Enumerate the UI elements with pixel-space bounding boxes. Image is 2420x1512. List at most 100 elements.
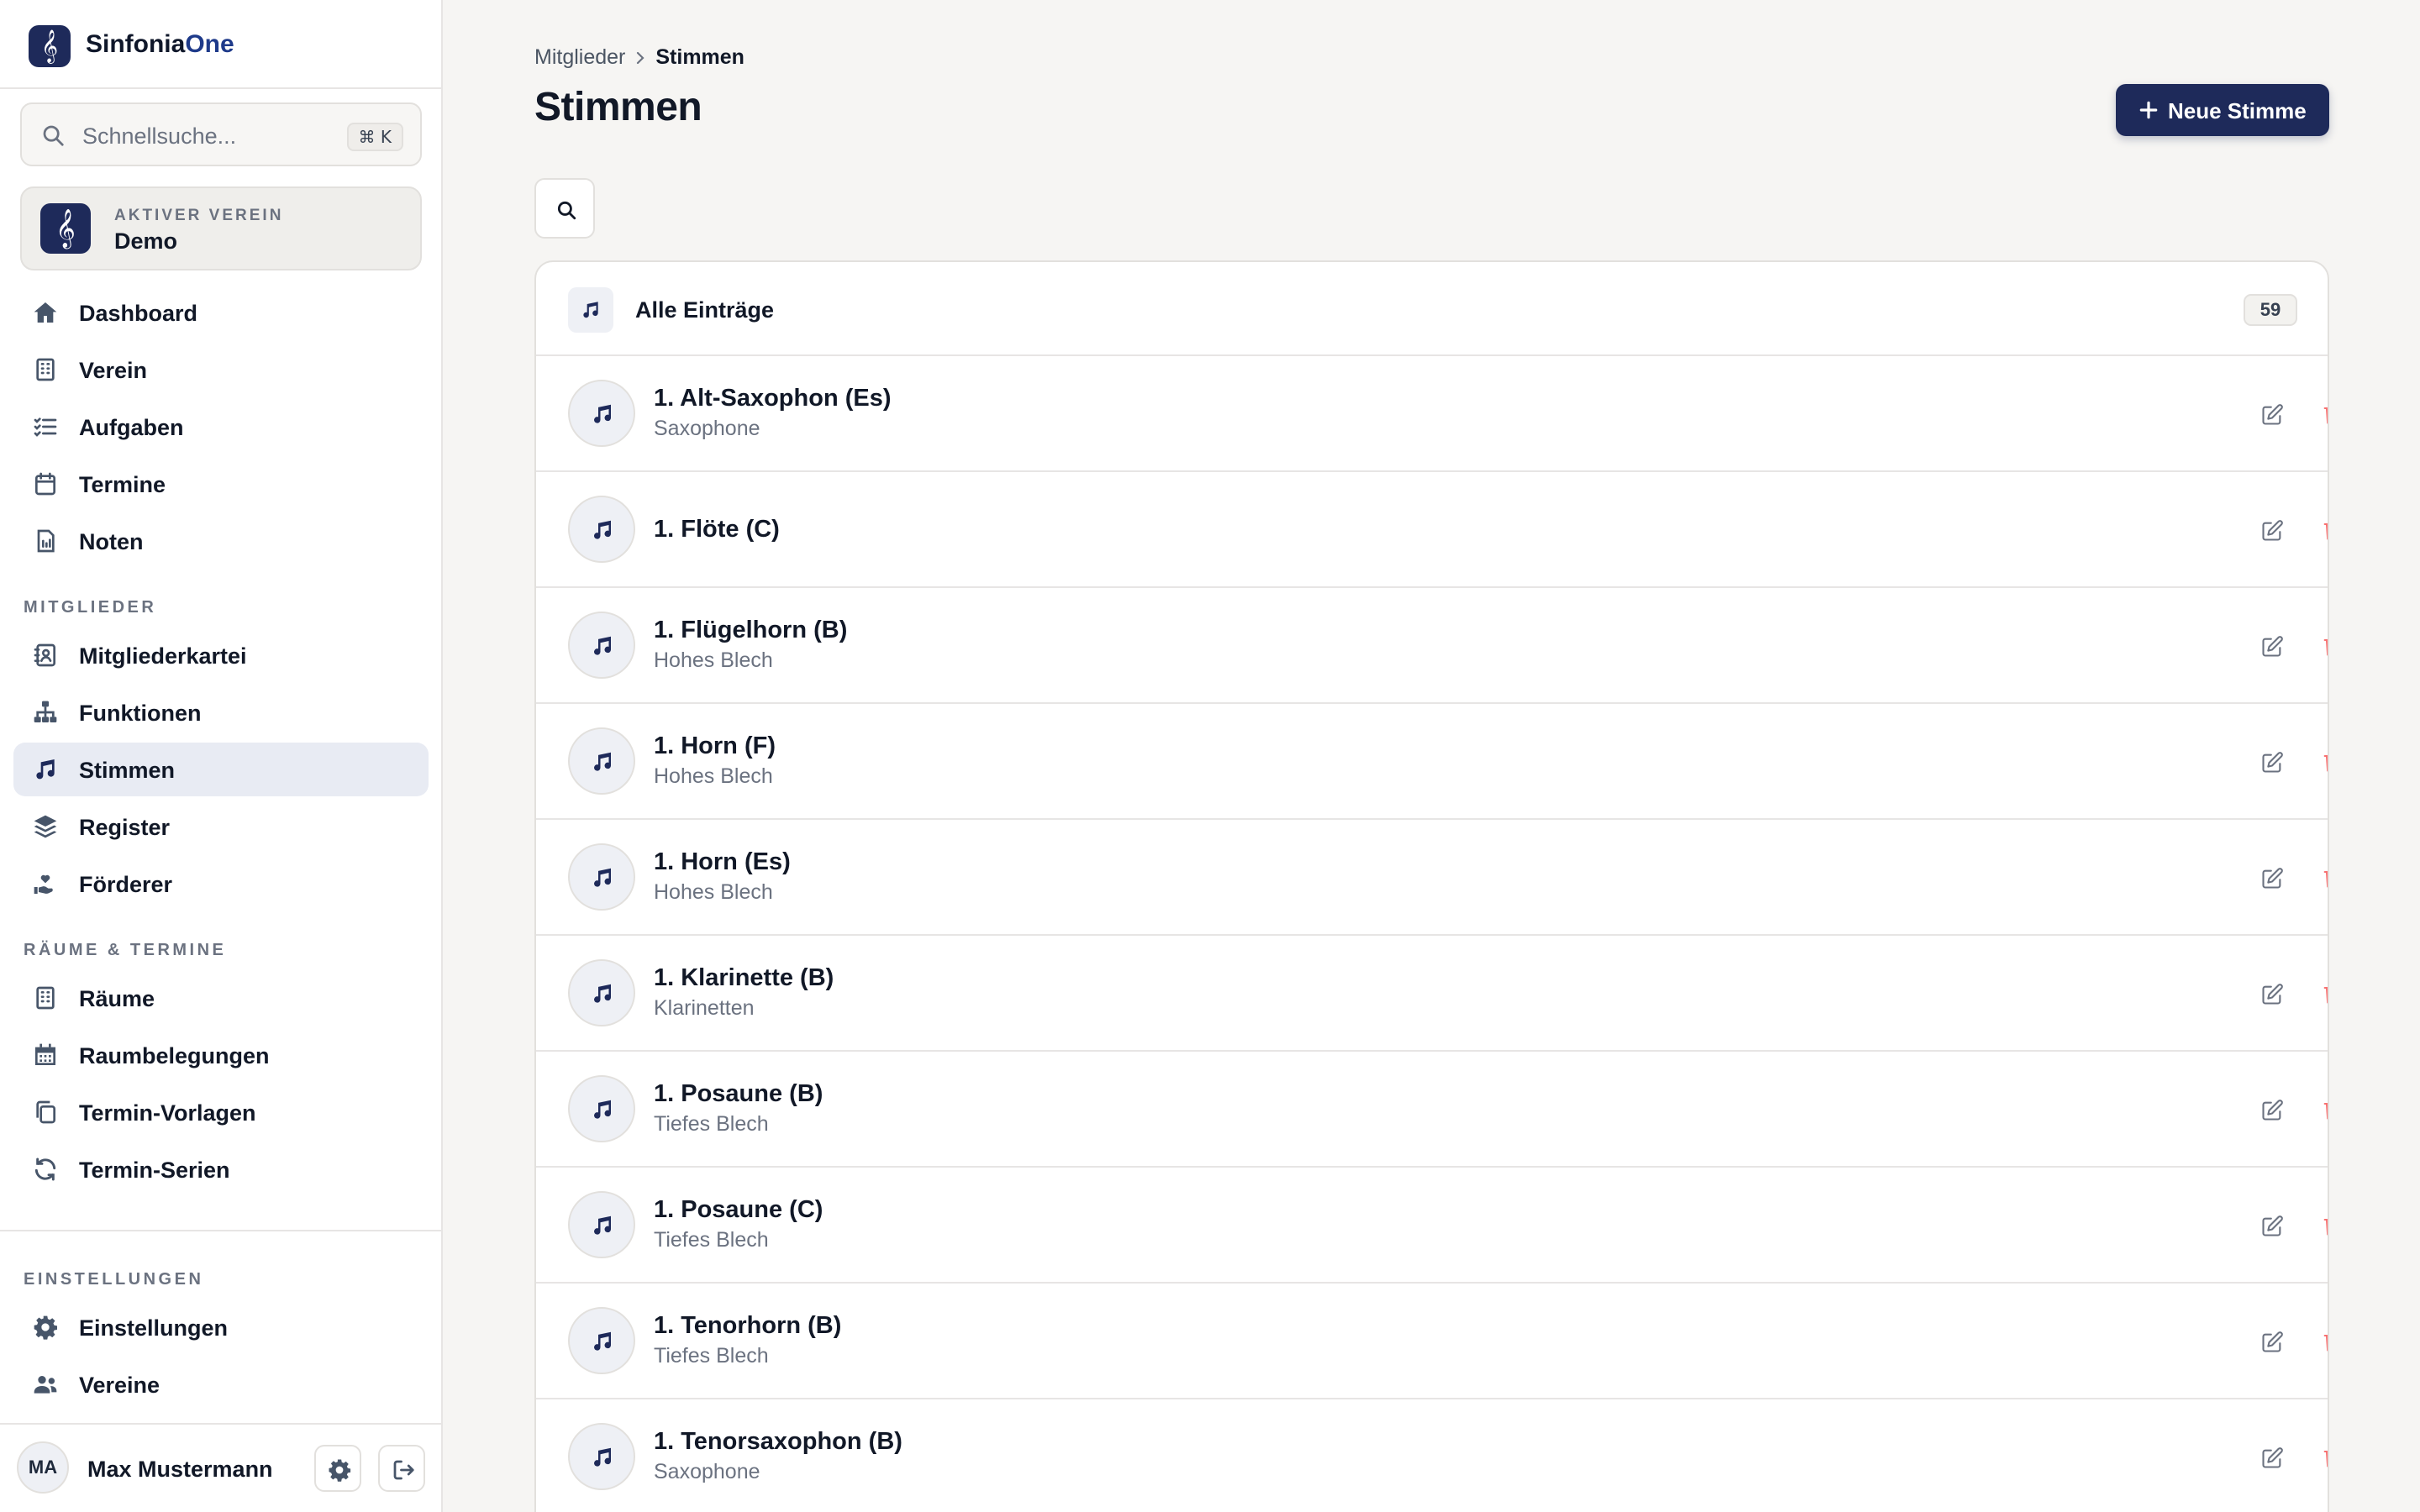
- entry-count-badge: 59: [2244, 294, 2297, 326]
- list-item[interactable]: 1. Horn (Es) Hohes Blech: [536, 820, 2328, 936]
- users-icon: [32, 1371, 59, 1398]
- voice-group: Saxophone: [654, 417, 760, 440]
- nav-label: Noten: [79, 529, 144, 554]
- delete-icon[interactable]: [2321, 402, 2328, 426]
- edit-icon[interactable]: [2260, 635, 2284, 659]
- nav-aufgaben[interactable]: Aufgaben: [13, 400, 429, 454]
- nav-foerderer[interactable]: Förderer: [13, 857, 429, 911]
- list-item[interactable]: 1. Posaune (B) Tiefes Blech: [536, 1052, 2328, 1168]
- edit-icon[interactable]: [2260, 1215, 2284, 1238]
- layers-icon: [32, 813, 59, 840]
- list-item[interactable]: 1. Horn (F) Hohes Blech: [536, 704, 2328, 820]
- nav-mitgliederkartei[interactable]: Mitgliederkartei: [13, 628, 429, 682]
- scroll-fade: [0, 1210, 441, 1230]
- edit-icon[interactable]: [2260, 403, 2284, 427]
- edit-icon[interactable]: [2260, 867, 2284, 890]
- voice-name: 1. Klarinette (B): [654, 964, 834, 991]
- voice-name: 1. Posaune (C): [654, 1196, 823, 1223]
- nav-label: Aufgaben: [79, 415, 184, 440]
- nav-label: Termin-Vorlagen: [79, 1100, 256, 1126]
- nav-register[interactable]: Register: [13, 800, 429, 853]
- nav-label: Vereine: [79, 1373, 160, 1398]
- music-note-icon: [568, 727, 635, 795]
- app-logo[interactable]: 𝄞: [29, 25, 71, 67]
- active-club-label: AKTIVER VEREIN: [114, 207, 284, 224]
- nav-label: Verein: [79, 358, 148, 383]
- delete-icon[interactable]: [2321, 866, 2328, 890]
- delete-icon[interactable]: [2321, 1214, 2328, 1237]
- nav-label: Räume: [79, 986, 155, 1011]
- voices-list-card: Alle Einträge 59 1. Alt-Saxophon (Es) Sax…: [534, 260, 2329, 1512]
- nav-label: Mitgliederkartei: [79, 643, 247, 669]
- calendar-icon: [32, 470, 59, 497]
- nav-noten[interactable]: Noten: [13, 514, 429, 568]
- delete-icon[interactable]: [2321, 634, 2328, 658]
- quick-search[interactable]: Schnellsuche... ⌘ K: [20, 102, 422, 166]
- search-icon: [557, 201, 576, 220]
- section-label-settings: EINSTELLUNGEN: [24, 1270, 204, 1289]
- breadcrumb-parent[interactable]: Mitglieder: [534, 45, 625, 69]
- user-settings-button[interactable]: [314, 1445, 361, 1492]
- new-voice-button[interactable]: Neue Stimme: [2116, 84, 2329, 136]
- edit-icon[interactable]: [2260, 751, 2284, 774]
- delete-icon[interactable]: [2321, 518, 2328, 542]
- gear-icon: [329, 1459, 351, 1482]
- nav-termin-vorlagen[interactable]: Termin-Vorlagen: [13, 1085, 429, 1139]
- sheet-music-icon: [32, 528, 59, 554]
- list-item[interactable]: 1. Tenorhorn (B) Tiefes Blech: [536, 1284, 2328, 1399]
- list-search-button[interactable]: [534, 178, 595, 239]
- music-note-icon: [568, 287, 613, 333]
- nav-label: Termine: [79, 472, 166, 497]
- building-icon: [32, 356, 59, 383]
- list-item[interactable]: 1. Alt-Saxophon (Es) Saxophone: [536, 356, 2328, 472]
- edit-icon[interactable]: [2260, 1446, 2284, 1470]
- nav-verein[interactable]: Verein: [13, 343, 429, 396]
- nav-termin-serien[interactable]: Termin-Serien: [13, 1142, 429, 1196]
- delete-icon[interactable]: [2321, 750, 2328, 774]
- delete-icon[interactable]: [2321, 1330, 2328, 1353]
- chevron-right-icon: [634, 50, 647, 66]
- app-name-part1: Sinfonia: [86, 30, 186, 58]
- voice-name: 1. Tenorhorn (B): [654, 1312, 842, 1339]
- logout-icon: [393, 1460, 414, 1480]
- plus-icon: [2138, 99, 2160, 121]
- nav-dashboard[interactable]: Dashboard: [13, 286, 429, 339]
- edit-icon[interactable]: [2260, 983, 2284, 1006]
- copy-icon: [32, 1099, 59, 1126]
- list-item[interactable]: 1. Tenorsaxophon (B) Saxophone: [536, 1399, 2328, 1512]
- nav-termine[interactable]: Termine: [13, 457, 429, 511]
- list-item[interactable]: 1. Flügelhorn (B) Hohes Blech: [536, 588, 2328, 704]
- nav-label: Funktionen: [79, 701, 202, 726]
- delete-icon[interactable]: [2321, 1098, 2328, 1121]
- delete-icon[interactable]: [2321, 982, 2328, 1005]
- music-note-icon: [568, 843, 635, 911]
- active-club-switcher[interactable]: 𝄞 AKTIVER VEREIN Demo: [20, 186, 422, 270]
- nav-label: Dashboard: [79, 301, 198, 326]
- nav-funktionen[interactable]: Funktionen: [13, 685, 429, 739]
- edit-icon[interactable]: [2260, 1331, 2284, 1354]
- brand-header: 𝄞 SinfoniaOne: [0, 0, 441, 89]
- edit-icon[interactable]: [2260, 519, 2284, 543]
- music-note-icon: [568, 1191, 635, 1258]
- voice-group: Saxophone: [654, 1460, 760, 1483]
- nav-stimmen[interactable]: Stimmen: [13, 743, 429, 796]
- nav-label: Register: [79, 815, 171, 840]
- voice-group: Tiefes Blech: [654, 1344, 769, 1368]
- logout-button[interactable]: [378, 1445, 425, 1492]
- nav-vereine[interactable]: Vereine: [13, 1357, 429, 1411]
- avatar[interactable]: MA: [17, 1441, 69, 1494]
- club-logo: 𝄞: [40, 203, 91, 254]
- music-note-icon: [568, 1307, 635, 1374]
- nav-raumbelegungen[interactable]: Raumbelegungen: [13, 1028, 429, 1082]
- active-club-name: Demo: [114, 228, 178, 254]
- delete-icon[interactable]: [2321, 1446, 2328, 1469]
- edit-icon[interactable]: [2260, 1099, 2284, 1122]
- list-item[interactable]: 1. Flöte (C): [536, 472, 2328, 588]
- building-icon: [32, 984, 59, 1011]
- voice-group: Hohes Blech: [654, 764, 773, 788]
- nav-einstellungen[interactable]: Einstellungen: [13, 1300, 429, 1354]
- list-item[interactable]: 1. Klarinette (B) Klarinetten: [536, 936, 2328, 1052]
- voice-group: Tiefes Blech: [654, 1112, 769, 1136]
- nav-raeume[interactable]: Räume: [13, 971, 429, 1025]
- list-item[interactable]: 1. Posaune (C) Tiefes Blech: [536, 1168, 2328, 1284]
